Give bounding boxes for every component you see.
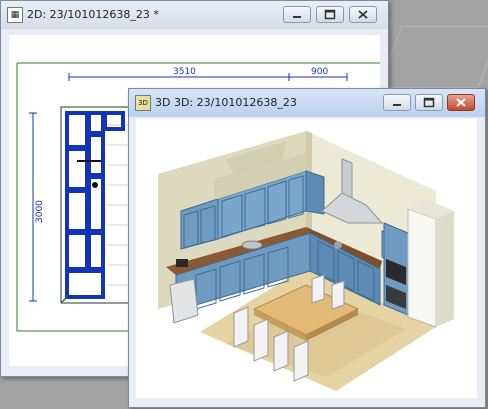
titlebar-3d[interactable]: 3D 3D 3D: 23/101012638_23 [129, 89, 485, 117]
minimize-icon [293, 16, 301, 18]
window-3d[interactable]: 3D 3D 3D: 23/101012638_23 [128, 88, 486, 408]
cabinet-block [103, 111, 125, 131]
pot [334, 241, 342, 249]
cabinet-block [65, 111, 89, 149]
maximize-button[interactable] [316, 6, 344, 23]
close-icon [456, 98, 466, 107]
sink [241, 240, 263, 250]
cabinet-block [87, 231, 105, 271]
chair [331, 280, 345, 310]
chair [311, 274, 325, 304]
cabinet-block [87, 133, 105, 177]
close-button[interactable] [349, 6, 377, 23]
fridge [407, 208, 437, 328]
toaster [176, 259, 188, 267]
chair [293, 340, 309, 382]
maximize-icon [423, 97, 435, 108]
close-button[interactable] [447, 94, 475, 111]
open-dishwasher [169, 278, 199, 324]
minimize-button[interactable] [383, 94, 411, 111]
3d-viewport[interactable] [136, 119, 477, 398]
dimension-label-height: 3000 [35, 200, 45, 223]
app-icon: ▦ [7, 7, 23, 23]
room-outline [16, 63, 139, 332]
dimension-label-width: 3510 [173, 67, 196, 77]
desktop-pattern [378, 26, 488, 88]
window-title: 2D: 23/101012638_23 * [27, 8, 159, 21]
dimension-label-side-width: 900 [311, 67, 328, 77]
cabinet-block [65, 147, 89, 191]
cabinet-block [65, 269, 105, 299]
minimize-button[interactable] [283, 6, 311, 23]
chair [273, 330, 289, 372]
cabinet-block [65, 231, 89, 271]
corner-cabinet [305, 170, 325, 215]
kitchen-render [158, 131, 454, 391]
window-title: 3D 3D: 23/101012638_23 [155, 96, 297, 109]
chair [253, 318, 269, 362]
minimize-icon [393, 104, 401, 106]
maximize-icon [324, 9, 336, 20]
cabinet-block [65, 189, 89, 233]
cabinet-block [87, 111, 105, 135]
titlebar-2d[interactable]: ▦ 2D: 23/101012638_23 * [1, 1, 388, 29]
maximize-button[interactable] [415, 94, 443, 111]
close-icon [358, 10, 368, 19]
app-icon: 3D [135, 95, 151, 111]
chair [233, 306, 249, 348]
